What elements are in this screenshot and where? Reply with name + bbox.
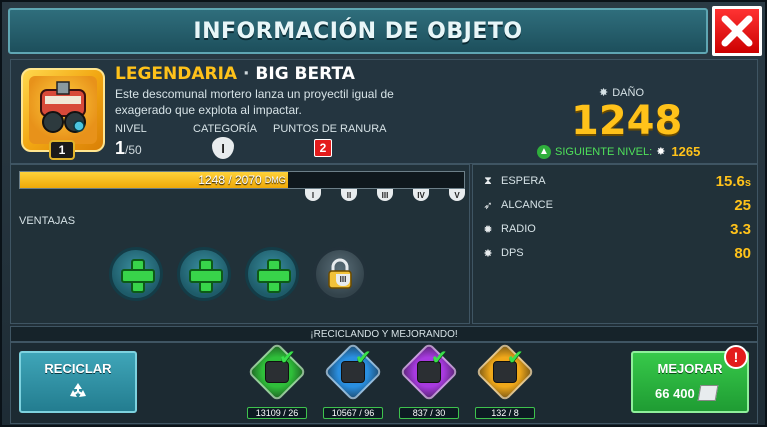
progress-unit: DMG (264, 175, 286, 185)
recycle-icon (70, 382, 86, 397)
stat-number: 80 (734, 244, 751, 262)
dialog-title: INFORMACIÓN DE OBJETO (193, 18, 523, 44)
perk-slot-add[interactable] (177, 247, 231, 301)
part-count: 13109 / 26 (247, 407, 307, 419)
recycle-button[interactable]: RECICLAR (19, 351, 137, 413)
category-shield-icon: I (212, 137, 234, 159)
dps-icon: ✸ (483, 247, 493, 260)
stat-label: ESPERA (501, 175, 546, 187)
damage-progress-text: 1248 / 2070 DMG (20, 172, 464, 188)
progress-perks-panel: 1248 / 2070 DMG I II III IV V VENTAJAS III (10, 164, 470, 324)
milestone-marker: III (377, 189, 393, 201)
checkmark-icon: ✔ (507, 347, 524, 369)
level-badge: 1 (49, 140, 75, 160)
upgrade-cost: 66 400 (655, 385, 719, 401)
perk-slot-add[interactable] (245, 247, 299, 301)
category-label: CATEGORÍA (193, 123, 257, 135)
item-info-dialog: INFORMACIÓN DE OBJETO 1 LEGENDARIA · BIG… (0, 0, 767, 427)
next-level-info: ▲ SIGUIENTE NIVEL: ✸ 1265 (537, 144, 700, 159)
plus-icon (189, 259, 223, 293)
close-icon (721, 15, 753, 47)
checkmark-icon: ✔ (431, 347, 448, 369)
slot-points-badge: 2 (314, 139, 332, 157)
item-name: BIG BERTA (255, 64, 355, 84)
title-separator: · (243, 64, 250, 84)
milestone-marker: I (305, 189, 321, 201)
dialog-header: INFORMACIÓN DE OBJETO (8, 8, 708, 54)
radius-icon: ✹ (483, 223, 493, 236)
level-current: 1 (115, 138, 126, 158)
locked-perk-label: III (336, 274, 350, 286)
level-max: /50 (125, 143, 142, 157)
level-value: 1/50 (115, 138, 142, 159)
stat-label: ALCANCE (501, 199, 553, 211)
upgrade-cost-value: 66 400 (655, 385, 695, 401)
stat-number: 3.3 (730, 220, 751, 238)
damage-value: 1248 (571, 98, 683, 144)
stat-row-range: ➶ ALCANCE 25 (481, 195, 751, 215)
slot-points-label: PUNTOS DE RANURA (273, 123, 387, 135)
next-level-value: 1265 (671, 144, 701, 159)
recycle-part-slot[interactable]: ✔ 132 / 8 (475, 342, 535, 421)
damage-label-text: DAÑO (612, 86, 644, 99)
milestone-markers: I II III IV V (293, 189, 465, 205)
part-count: 837 / 30 (399, 407, 459, 419)
perk-slot-locked[interactable]: III (313, 247, 367, 301)
close-button[interactable] (712, 6, 762, 56)
stat-row-radius: ✹ RADIO 3.3 (481, 219, 751, 239)
stat-label: RADIO (501, 223, 536, 235)
plus-icon (257, 259, 291, 293)
stat-unit: s (744, 176, 751, 189)
stat-row-dps: ✸ DPS 80 (481, 243, 751, 263)
recycle-upgrade-panel: RECICLAR ✔ 13109 / 26 ✔ 10567 / 96 ✔ 837 / 30… (10, 342, 758, 424)
milestone-marker: II (341, 189, 357, 201)
recycle-part-slot[interactable]: ✔ 837 / 30 (399, 342, 459, 421)
stats-panel: ⧗ ESPERA 15.6s ➶ ALCANCE 25 ✹ RADIO 3.3 … (472, 164, 758, 324)
checkmark-icon: ✔ (279, 347, 296, 369)
next-level-label: SIGUIENTE NIVEL: (555, 145, 653, 158)
item-title: LEGENDARIA · BIG BERTA (115, 64, 355, 84)
upgrade-alert-badge: ! (724, 345, 748, 369)
recycle-part-slot[interactable]: ✔ 10567 / 96 (323, 342, 383, 421)
recycle-button-label: RECICLAR (44, 360, 112, 376)
stat-number: 25 (734, 196, 751, 214)
stat-label: DPS (501, 247, 524, 259)
hourglass-icon: ⧗ (484, 174, 492, 187)
rarity-label: LEGENDARIA (115, 64, 238, 84)
perks-label: VENTAJAS (19, 215, 76, 227)
part-count: 10567 / 96 (323, 407, 383, 419)
checkmark-icon: ✔ (355, 347, 372, 369)
damage-progress-bar: 1248 / 2070 DMG (19, 171, 465, 189)
progress-value: 1248 / 2070 (198, 173, 262, 187)
stat-value: 80 (734, 245, 751, 262)
milestone-marker: IV (413, 189, 429, 201)
arrow-up-icon: ▲ (537, 144, 551, 159)
stat-value: 3.3 (730, 221, 751, 238)
item-summary-panel: 1 LEGENDARIA · BIG BERTA Este descomunal… (10, 59, 758, 164)
item-description: Este descomunal mortero lanza un proyect… (115, 87, 394, 117)
perk-slot-add[interactable] (109, 247, 163, 301)
stat-value: 15.6s (716, 173, 751, 190)
recycle-part-slot[interactable]: ✔ 13109 / 26 (247, 342, 307, 421)
parts-cube-icon (697, 385, 719, 401)
plus-icon (121, 259, 155, 293)
explosion-small-icon: ✸ (656, 146, 666, 158)
range-icon: ➶ (483, 199, 493, 212)
level-label: NIVEL (115, 123, 147, 135)
milestone-marker: V (449, 189, 465, 201)
stat-value: 25 (734, 197, 751, 214)
part-count: 132 / 8 (475, 407, 535, 419)
stat-row-cooldown: ⧗ ESPERA 15.6s (481, 171, 751, 191)
stat-number: 15.6 (715, 172, 745, 190)
recycle-banner: ¡RECICLANDO Y MEJORANDO! (10, 326, 758, 342)
